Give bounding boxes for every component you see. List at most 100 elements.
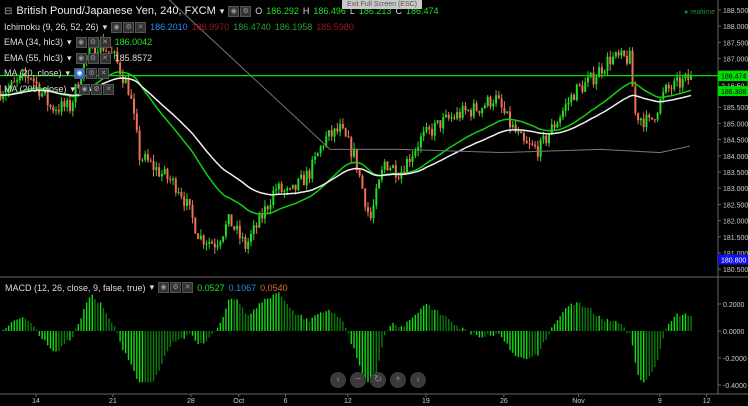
- candle-up: [300, 174, 303, 179]
- exit-fullscreen-button[interactable]: Exit Full Screen (ESC): [342, 0, 423, 9]
- candle-up: [539, 139, 542, 157]
- candle-down: [489, 96, 492, 107]
- candle-up: [414, 150, 417, 157]
- symbol-title[interactable]: British Pound/Japanese Yen, 240, FXCM: [16, 4, 215, 20]
- zoom-in-button[interactable]: +: [390, 372, 406, 388]
- indicator-name[interactable]: MA (200, close): [4, 82, 67, 98]
- candle-up: [392, 165, 395, 169]
- candle-down: [578, 84, 581, 86]
- macd-signal-value: 0.1067: [228, 282, 257, 293]
- open-label: O: [255, 6, 263, 16]
- candle-up: [172, 178, 175, 181]
- candle-up: [467, 110, 470, 112]
- candle-up: [224, 224, 227, 237]
- close-icon[interactable]: ✕: [99, 37, 111, 49]
- settings-icon[interactable]: ⚙: [87, 37, 99, 49]
- chevron-down-icon[interactable]: ▾: [67, 51, 72, 67]
- candle-up: [481, 108, 484, 114]
- close-icon[interactable]: ✕: [103, 83, 115, 95]
- close-icon[interactable]: ✕: [182, 282, 194, 293]
- candle-down: [439, 120, 442, 129]
- candle-up: [422, 131, 425, 137]
- settings-icon[interactable]: ⚙: [91, 83, 103, 95]
- candle-up: [275, 189, 278, 191]
- chevron-down-icon[interactable]: ▾: [66, 66, 71, 82]
- settings-icon[interactable]: ⚙: [86, 68, 98, 80]
- eye-icon[interactable]: ◉: [75, 37, 87, 49]
- settings-icon[interactable]: ⚙: [240, 6, 252, 18]
- indicator-row: Ichimoku (9, 26, 52, 26) ▾ ◉ ⚙ ✕ 186.2010 186.…: [4, 20, 439, 36]
- y-tick-label: 188.500: [723, 8, 748, 15]
- chevron-down-icon[interactable]: ▾: [103, 20, 108, 36]
- indicator-name[interactable]: MA (20, close): [4, 66, 62, 82]
- candle-down: [617, 52, 620, 56]
- candle-up: [570, 94, 573, 103]
- close-icon[interactable]: ✕: [135, 21, 147, 33]
- chevron-down-icon[interactable]: ▾: [150, 282, 155, 293]
- candle-up: [495, 95, 498, 104]
- indicator-value: 185.8572: [114, 52, 153, 63]
- y-tick-label: 182.000: [723, 219, 748, 226]
- candle-down: [394, 165, 397, 178]
- candle-up: [561, 110, 564, 118]
- eye-icon[interactable]: ◉: [111, 21, 123, 33]
- candle-up: [277, 183, 280, 190]
- candle-up: [227, 214, 230, 225]
- candle-down: [475, 103, 478, 111]
- reset-button[interactable]: ↻: [370, 372, 386, 388]
- chevron-down-icon[interactable]: ▾: [67, 35, 72, 51]
- candle-up: [586, 77, 589, 83]
- candle-down: [308, 170, 311, 179]
- candle-up: [263, 206, 266, 219]
- candle-down: [428, 127, 431, 129]
- macd-name[interactable]: MACD (12, 26, close, 9, false, true): [5, 283, 146, 293]
- candle-up: [55, 109, 58, 111]
- y-tick-label: 187.000: [723, 57, 748, 64]
- eye-icon[interactable]: ◉: [75, 52, 87, 64]
- candle-down: [288, 188, 291, 190]
- zoom-out-button[interactable]: −: [350, 372, 366, 388]
- candle-down: [350, 137, 353, 157]
- close-icon[interactable]: ✕: [99, 52, 111, 64]
- eye-icon[interactable]: ◉: [158, 282, 170, 293]
- settings-icon[interactable]: ⚙: [87, 52, 99, 64]
- eye-icon[interactable]: ◉: [74, 68, 86, 80]
- candle-down: [202, 235, 205, 245]
- close-icon[interactable]: ✕: [98, 68, 110, 80]
- indicator-name[interactable]: EMA (55, hlc3): [4, 51, 63, 67]
- eye-icon[interactable]: ◉: [79, 83, 91, 95]
- candle-down: [464, 105, 467, 111]
- x-tick-label: 9: [658, 398, 662, 405]
- candle-down: [135, 113, 138, 131]
- candle-down: [213, 243, 216, 248]
- indicator-name[interactable]: Ichimoku (9, 26, 52, 26): [4, 20, 99, 36]
- indicator-value: 185.5980: [316, 21, 354, 32]
- chevron-down-icon[interactable]: ▾: [71, 82, 76, 98]
- x-tick-label: 26: [500, 398, 508, 405]
- x-tick-label: 6: [284, 398, 288, 405]
- indicator-name[interactable]: EMA (34, hlc3): [4, 35, 63, 51]
- candle-up: [241, 237, 244, 239]
- settings-icon[interactable]: ⚙: [170, 282, 182, 293]
- y-tick-label: 182.500: [723, 202, 748, 209]
- candle-down: [344, 128, 347, 137]
- candle-up: [595, 77, 598, 85]
- candle-down: [366, 207, 369, 212]
- settings-icon[interactable]: ⚙: [123, 21, 135, 33]
- candle-up: [177, 192, 180, 194]
- eye-icon[interactable]: ◉: [228, 6, 240, 18]
- chevron-down-icon[interactable]: ▾: [220, 4, 225, 20]
- open-value: 186.292: [266, 6, 299, 16]
- indicator-row: EMA (55, hlc3) ▾ ◉ ⚙ ✕ 185.8572: [4, 51, 439, 67]
- candle-up: [450, 117, 453, 119]
- scroll-left-button[interactable]: ‹: [330, 372, 346, 388]
- candle-up: [612, 56, 615, 65]
- collapse-icon[interactable]: ⊟: [4, 4, 12, 20]
- candle-down: [194, 217, 197, 234]
- candle-down: [188, 199, 191, 206]
- scroll-right-button[interactable]: ›: [410, 372, 426, 388]
- candle-down: [653, 119, 656, 121]
- candle-up: [681, 78, 684, 88]
- candle-down: [651, 117, 654, 120]
- candle-up: [389, 168, 392, 171]
